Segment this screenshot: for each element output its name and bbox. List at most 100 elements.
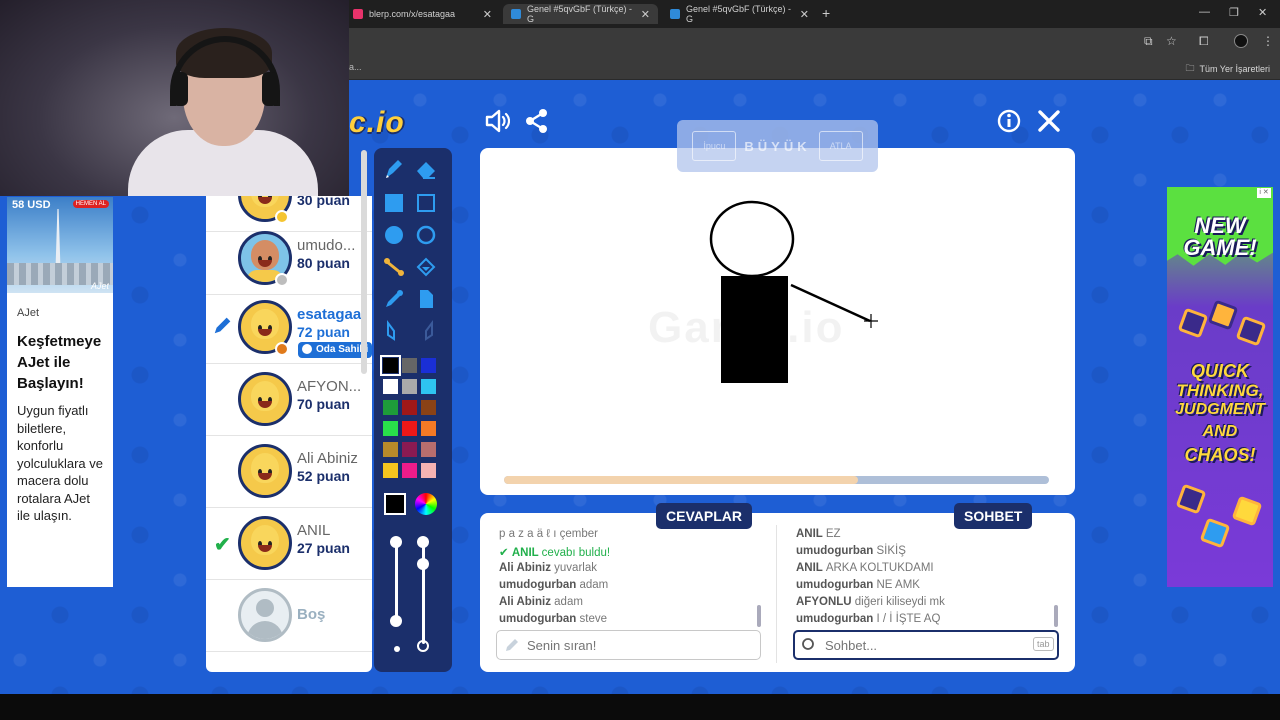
line-tool-icon[interactable] [382, 255, 406, 279]
color-swatch[interactable] [383, 379, 398, 394]
undo-icon[interactable] [382, 319, 406, 343]
opacity-knob-2[interactable] [417, 558, 429, 570]
large-size-indicator [417, 640, 429, 652]
bookmark-item[interactable]: a... [349, 62, 362, 72]
color-swatch[interactable] [421, 358, 436, 373]
circle-outline-icon[interactable] [414, 223, 438, 247]
player-row[interactable]: Ali Abiniz 52 puan [206, 436, 372, 508]
redo-icon[interactable] [414, 319, 438, 343]
close-icon[interactable]: ✕ [641, 8, 650, 21]
current-color[interactable] [384, 493, 406, 515]
color-swatch[interactable] [402, 379, 417, 394]
chat-message: umudogurban SİKİŞ [796, 545, 906, 557]
message-text: NE AMK [876, 579, 920, 591]
chat-message: ANIL ARKA KOLTUKDAMI [796, 562, 934, 574]
window-close-icon[interactable]: ✕ [1258, 6, 1267, 19]
player-row[interactable]: ANIL 27 puan ✔ [206, 508, 372, 580]
color-swatch[interactable] [421, 463, 436, 478]
close-icon[interactable]: ✕ [483, 8, 492, 21]
ad-cta[interactable]: HEMEN AL [72, 200, 109, 208]
answer-message: umudogurban steve [499, 613, 607, 625]
ad-left[interactable]: 58 USD HEMEN AL AJet AJet Keşfetmeye AJe… [7, 197, 113, 587]
exit-icon[interactable] [1036, 108, 1062, 134]
answer-input[interactable] [496, 630, 761, 660]
hint-button[interactable]: İpucu [692, 131, 737, 161]
color-swatch[interactable] [402, 463, 417, 478]
player-list-scrollbar[interactable] [361, 150, 367, 374]
fill-bucket-icon[interactable] [414, 255, 438, 279]
color-swatch[interactable] [383, 421, 398, 436]
chat-message: AFYONLU diğeri kiliseydi mk [796, 596, 945, 608]
player-row[interactable]: esatagaa 72 puan Oda Sahibi [206, 292, 372, 364]
cast-icon[interactable]: ⧉ [1144, 34, 1153, 49]
gartic-favicon-icon [511, 9, 521, 19]
opacity-knob[interactable] [417, 536, 429, 548]
tab-title: blerp.com/x/esatagaa [369, 9, 456, 19]
message-author: ANIL [511, 547, 542, 559]
color-swatch[interactable] [380, 355, 401, 376]
rectangle-outline-icon[interactable] [414, 191, 438, 215]
answers-scrollbar[interactable] [757, 605, 761, 627]
color-picker-icon[interactable] [415, 493, 437, 515]
share-icon[interactable] [524, 108, 550, 134]
message-text: adam [579, 579, 609, 591]
speaker-icon[interactable] [484, 108, 510, 134]
color-swatch[interactable] [421, 400, 436, 415]
profile-avatar[interactable] [1234, 34, 1248, 48]
player-row[interactable]: umudo... 80 puan [206, 223, 372, 295]
player-row[interactable]: AFYON... 70 puan [206, 364, 372, 436]
menu-icon[interactable]: ⋮ [1262, 34, 1274, 48]
color-swatch[interactable] [402, 358, 417, 373]
brush-size-slider[interactable] [395, 544, 398, 624]
pencil-icon[interactable] [382, 158, 406, 182]
player-row[interactable]: Boş [206, 580, 372, 652]
eyedropper-icon[interactable] [382, 287, 406, 311]
filled-circle-icon[interactable] [382, 223, 406, 247]
info-icon[interactable] [996, 108, 1022, 134]
chat-input[interactable] [793, 630, 1059, 660]
color-swatch[interactable] [402, 421, 417, 436]
new-page-icon[interactable] [414, 287, 438, 311]
minimize-icon[interactable]: — [1199, 6, 1210, 18]
ad-line-6: AND [1202, 423, 1238, 440]
browser-tab-gartic-1[interactable]: Genel #5qvGbF (Türkçe) - G ✕ [503, 4, 658, 24]
new-tab-button[interactable]: + [822, 5, 830, 21]
secret-word: BÜYÜK [744, 138, 811, 154]
color-swatch[interactable] [383, 442, 398, 457]
browser-tab-gartic-2[interactable]: Genel #5qvGbF (Türkçe) - G ✕ [662, 4, 817, 24]
color-swatch[interactable] [421, 379, 436, 394]
skip-button[interactable]: ATLA [818, 131, 863, 161]
eraser-icon[interactable] [414, 158, 438, 182]
color-swatch[interactable] [383, 400, 398, 415]
message-text: p a z a ä ℓ ı çember [499, 528, 598, 540]
brush-size-knob-bottom[interactable] [390, 615, 402, 627]
answer-message: Ali Abiniz adam [499, 596, 583, 608]
ad-title[interactable]: Keşfetmeye AJet ile Başlayın! [7, 319, 113, 394]
filled-rectangle-icon[interactable] [382, 191, 406, 215]
drawing-toolbar [374, 148, 452, 672]
avatar [238, 516, 292, 570]
all-bookmarks[interactable]: 🗀 Tüm Yer İşaretleri [1185, 61, 1270, 77]
color-swatch[interactable] [421, 421, 436, 436]
restore-icon[interactable]: ❐ [1229, 6, 1239, 19]
color-swatch[interactable] [402, 442, 417, 457]
color-swatch[interactable] [402, 400, 417, 415]
ad-right[interactable]: i ✕ NEW GAME! QUICK THINKING, JUDGMENT A… [1167, 187, 1273, 587]
color-swatch[interactable] [383, 463, 398, 478]
tab-title: Genel #5qvGbF (Türkçe) - G [527, 4, 633, 24]
close-icon[interactable]: ✕ [800, 8, 809, 21]
chat-message: umudogurban I / İ İŞTE AQ [796, 613, 940, 625]
message-author: umudogurban [796, 579, 877, 591]
chat-scrollbar[interactable] [1054, 605, 1058, 627]
ad-info-icon[interactable]: i ✕ [1257, 188, 1271, 198]
ad-image[interactable]: 58 USD HEMEN AL AJet [7, 197, 113, 293]
color-swatch[interactable] [421, 442, 436, 457]
brush-size-knob[interactable] [390, 536, 402, 548]
extensions-icon[interactable]: ⧠ [1199, 34, 1209, 49]
panel-divider [776, 525, 777, 663]
drawing-canvas[interactable]: Gartic.io [480, 148, 1075, 495]
ad-line-5: JUDGMENT [1175, 401, 1265, 418]
star-icon[interactable]: ☆ [1166, 34, 1177, 48]
browser-tab-blerp[interactable]: blerp.com/x/esatagaa ✕ [345, 4, 500, 24]
message-author: ANIL [796, 528, 826, 540]
